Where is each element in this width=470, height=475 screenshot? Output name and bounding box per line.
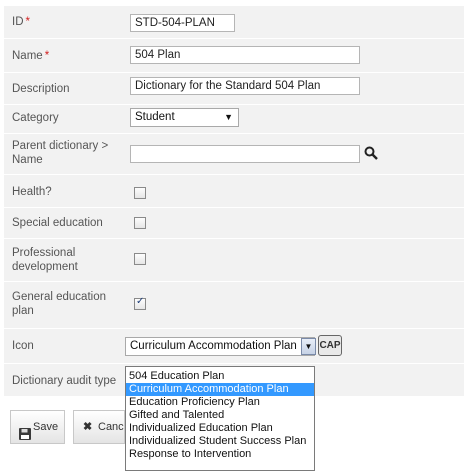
icon-select[interactable]: Curriculum Accommodation Plan — [125, 337, 315, 356]
name-field[interactable]: 504 Plan — [130, 46, 360, 64]
health-label: Health? — [12, 186, 52, 198]
icon-select-value: Curriculum Accommodation Plan — [130, 340, 297, 352]
general-education-plan-checkbox[interactable]: ✓ — [134, 296, 146, 310]
id-label-text: ID — [12, 16, 24, 28]
general-education-plan-label: General education plan — [12, 290, 106, 318]
special-education-checkbox[interactable] — [134, 217, 146, 229]
dropdown-option[interactable]: Curriculum Accommodation Plan — [126, 383, 314, 396]
check-icon: ✓ — [136, 296, 145, 307]
category-select[interactable]: Student ▼ — [130, 108, 239, 127]
cancel-button-label: Cance — [98, 421, 124, 433]
category-label: Category — [12, 112, 59, 124]
row-category: Category Student ▼ — [4, 105, 464, 134]
name-label-text: Name — [12, 50, 43, 62]
professional-development-label-line1: Professional — [12, 247, 76, 259]
row-special-education: Special education — [4, 208, 464, 239]
professional-development-label-line2: development — [12, 261, 78, 273]
description-field[interactable]: Dictionary for the Standard 504 Plan — [130, 77, 360, 95]
chevron-down-icon[interactable]: ▼ — [301, 338, 316, 355]
x-icon: ✖ — [83, 421, 93, 433]
dropdown-option[interactable]: Gifted and Talented — [126, 409, 314, 422]
id-field[interactable]: STD-504-PLAN — [130, 14, 235, 32]
search-icon[interactable] — [364, 146, 378, 163]
health-checkbox[interactable] — [134, 187, 146, 199]
id-label: ID * — [12, 15, 30, 29]
parent-dictionary-label: Parent dictionary > Name — [12, 139, 108, 167]
special-education-label: Special education — [12, 217, 103, 229]
dropdown-option[interactable]: Education Proficiency Plan — [126, 396, 314, 409]
required-marker: * — [44, 50, 50, 62]
row-parent-dictionary: Parent dictionary > Name — [4, 134, 464, 175]
description-label: Description — [12, 83, 70, 95]
cap-icon: CAP — [318, 335, 342, 356]
dropdown-options: 504 Education Plan Curriculum Accommodati… — [126, 370, 314, 461]
floppy-disk-icon — [19, 421, 31, 443]
dropdown-option[interactable]: Individualized Student Success Plan — [126, 435, 314, 448]
parent-dictionary-field[interactable] — [130, 145, 360, 163]
icon-label: Icon — [12, 340, 34, 352]
parent-dictionary-label-line1: Parent dictionary > — [12, 140, 109, 152]
dictionary-audit-type-label: Dictionary audit type — [12, 375, 117, 387]
row-id: ID * STD-504-PLAN — [4, 6, 464, 39]
save-button-label: Save — [33, 421, 59, 433]
professional-development-checkbox[interactable] — [134, 253, 146, 265]
dropdown-option[interactable]: Response to Intervention — [126, 448, 314, 461]
row-health: Health? — [4, 175, 464, 208]
icon-dropdown-list[interactable]: 504 Education Plan Curriculum Accommodati… — [125, 366, 315, 471]
dropdown-option[interactable]: Individualized Education Plan — [126, 422, 314, 435]
chevron-down-icon: ▼ — [224, 112, 233, 122]
row-general-education-plan: General education plan ✓ — [4, 282, 464, 329]
parent-dictionary-label-line2: Name — [12, 154, 43, 166]
professional-development-label: Professional development — [12, 246, 78, 274]
save-button[interactable]: Save — [10, 410, 65, 444]
row-description: Description Dictionary for the Standard … — [4, 73, 464, 105]
row-professional-development: Professional development — [4, 239, 464, 282]
dropdown-option[interactable]: 504 Education Plan — [126, 370, 314, 383]
general-education-plan-label-line1: General education — [12, 291, 106, 303]
name-label: Name * — [12, 49, 49, 63]
required-marker: * — [25, 16, 30, 28]
cancel-button[interactable]: ✖ Cance — [73, 410, 125, 444]
general-education-plan-label-line2: plan — [12, 305, 34, 317]
category-select-value: Student — [135, 111, 175, 123]
row-name: Name * 504 Plan — [4, 39, 464, 73]
